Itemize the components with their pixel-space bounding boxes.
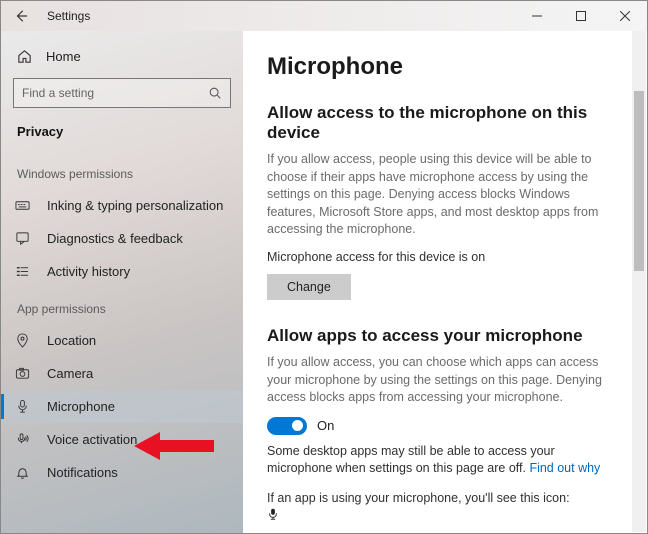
window-title: Settings	[47, 9, 90, 23]
mic-icon-note: If an app is using your microphone, you'…	[267, 488, 621, 522]
page-title: Microphone	[267, 53, 621, 81]
microphone-icon	[15, 399, 35, 414]
sidebar-category: Privacy	[1, 118, 243, 153]
search-icon	[208, 86, 222, 100]
sidebar-item-label: Microphone	[47, 399, 115, 414]
section-heading: Allow apps to access your microphone	[267, 326, 621, 346]
section-description: If you allow access, you can choose whic…	[267, 354, 621, 407]
maximize-icon	[576, 11, 586, 21]
sidebar-item-diagnostics[interactable]: Diagnostics & feedback	[1, 222, 243, 255]
back-button[interactable]	[1, 1, 41, 31]
feedback-icon	[15, 231, 35, 246]
search-placeholder: Find a setting	[22, 86, 94, 100]
location-icon	[15, 333, 35, 348]
sidebar-item-label: Activity history	[47, 264, 130, 279]
sidebar-item-label: Voice activation	[47, 432, 137, 447]
bell-icon	[15, 465, 35, 480]
toggle-state-label: On	[317, 418, 334, 433]
section-app-access: Allow apps to access your microphone If …	[267, 326, 621, 521]
sidebar-item-notifications[interactable]: Notifications	[1, 456, 243, 489]
sidebar-item-label: Location	[47, 333, 96, 348]
section-description: If you allow access, people using this d…	[267, 151, 621, 239]
content-pane: Microphone Allow access to the microphon…	[243, 31, 647, 533]
section-device-access: Allow access to the microphone on this d…	[267, 103, 621, 300]
home-icon	[17, 49, 32, 64]
close-icon	[620, 11, 630, 21]
sidebar-item-activity[interactable]: Activity history	[1, 255, 243, 288]
voice-icon	[15, 432, 35, 447]
sidebar-item-camera[interactable]: Camera	[1, 357, 243, 390]
group-label-windows: Windows permissions	[1, 153, 243, 189]
sidebar-home[interactable]: Home	[1, 43, 243, 74]
minimize-button[interactable]	[515, 1, 559, 31]
device-access-status: Microphone access for this device is on	[267, 249, 621, 267]
change-button[interactable]: Change	[267, 274, 351, 300]
find-out-why-link[interactable]: Find out why	[529, 461, 600, 475]
history-icon	[15, 264, 35, 279]
back-arrow-icon	[14, 9, 28, 23]
sidebar: Home Find a setting Privacy Windows perm…	[1, 31, 243, 533]
sidebar-home-label: Home	[46, 49, 81, 64]
sidebar-item-inking[interactable]: Inking & typing personalization	[1, 189, 243, 222]
microphone-inline-icon	[267, 507, 621, 521]
vertical-scrollbar[interactable]	[632, 31, 646, 532]
group-label-app: App permissions	[1, 288, 243, 324]
scrollbar-thumb[interactable]	[634, 91, 644, 271]
title-bar: Settings	[1, 1, 647, 31]
sidebar-item-label: Notifications	[47, 465, 118, 480]
maximize-button[interactable]	[559, 1, 603, 31]
section-heading: Allow access to the microphone on this d…	[267, 103, 621, 143]
camera-icon	[15, 366, 35, 381]
desktop-apps-note: Some desktop apps may still be able to a…	[267, 443, 621, 478]
app-access-toggle[interactable]: On	[267, 417, 621, 435]
sidebar-item-location[interactable]: Location	[1, 324, 243, 357]
sidebar-item-label: Camera	[47, 366, 93, 381]
close-button[interactable]	[603, 1, 647, 31]
toggle-track	[267, 417, 307, 435]
sidebar-item-label: Diagnostics & feedback	[47, 231, 183, 246]
keyboard-icon	[15, 198, 35, 213]
sidebar-item-voice[interactable]: Voice activation	[1, 423, 243, 456]
sidebar-item-label: Inking & typing personalization	[47, 198, 223, 213]
minimize-icon	[532, 11, 542, 21]
sidebar-item-microphone[interactable]: Microphone	[1, 390, 243, 423]
search-input[interactable]: Find a setting	[13, 78, 231, 108]
